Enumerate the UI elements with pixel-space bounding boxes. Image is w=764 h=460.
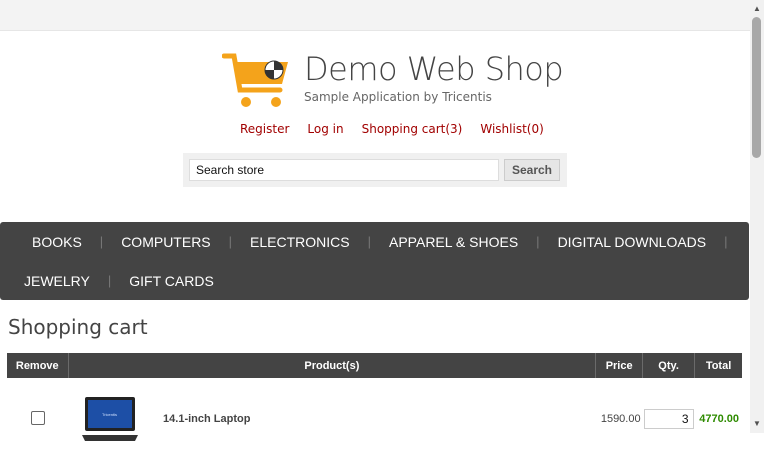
quantity-input[interactable]: 3 (643, 409, 694, 429)
login-link[interactable]: Log in (307, 122, 343, 136)
column-header-total: Total (694, 353, 742, 378)
menu-item-gift-cards[interactable]: GIFT CARDS (111, 273, 232, 289)
shop-subtitle: Sample Application by Tricentis (304, 90, 492, 104)
scrollbar-thumb[interactable] (752, 17, 761, 158)
column-header-qty: Qty. (642, 353, 696, 378)
menu-item-jewelry[interactable]: JEWELRY (6, 273, 108, 289)
product-price: 1590.00 (600, 413, 641, 425)
menu-separator: | (724, 234, 728, 249)
page-title: Shopping cart (8, 315, 148, 339)
register-link[interactable]: Register (240, 122, 289, 136)
remove-checkbox[interactable] (30, 410, 45, 425)
cart-table: Remove Product(s) Price Qty. Total Trice… (7, 353, 742, 460)
shopping-cart-logo-icon[interactable] (222, 50, 292, 110)
menu-item-apparel-shoes[interactable]: APPAREL & SHOES (371, 234, 536, 250)
scroll-up-arrow-icon[interactable]: ▲ (750, 2, 764, 16)
wishlist-link[interactable]: Wishlist(0) (480, 122, 543, 136)
header-links: Register Log in Shopping cart(3) Wishlist(0… (240, 122, 562, 136)
search-input[interactable] (189, 159, 499, 181)
menu-item-digital-downloads[interactable]: DIGITAL DOWNLOADS (540, 234, 725, 250)
column-header-products: Product(s) (68, 353, 597, 378)
product-total: 4770.00 (699, 413, 739, 425)
shop-title[interactable]: Demo Web Shop (304, 50, 564, 88)
browser-top-bar (0, 0, 750, 31)
svg-text:Tricentis: Tricentis (102, 412, 117, 417)
column-header-remove: Remove (7, 353, 69, 378)
scroll-down-arrow-icon[interactable]: ▼ (750, 417, 764, 431)
vertical-scrollbar[interactable]: ▲ ▼ (750, 0, 764, 433)
shopping-cart-link[interactable]: Shopping cart(3) (362, 122, 463, 136)
search-button[interactable]: Search (504, 159, 560, 181)
column-header-price: Price (595, 353, 644, 378)
laptop-product-image[interactable]: Tricentis (81, 395, 139, 443)
menu-item-books[interactable]: BOOKS (14, 234, 100, 250)
menu-item-computers[interactable]: COMPUTERS (103, 234, 228, 250)
product-name-link[interactable]: 14.1-inch Laptop (163, 413, 250, 425)
table-row: Tricentis 14.1-inch Laptop 1590.00 3 477… (7, 378, 742, 460)
top-menu: BOOKS | COMPUTERS | ELECTRONICS | APPAREL &… (0, 222, 749, 300)
menu-item-electronics[interactable]: ELECTRONICS (232, 234, 368, 250)
search-box: Search (183, 153, 567, 187)
